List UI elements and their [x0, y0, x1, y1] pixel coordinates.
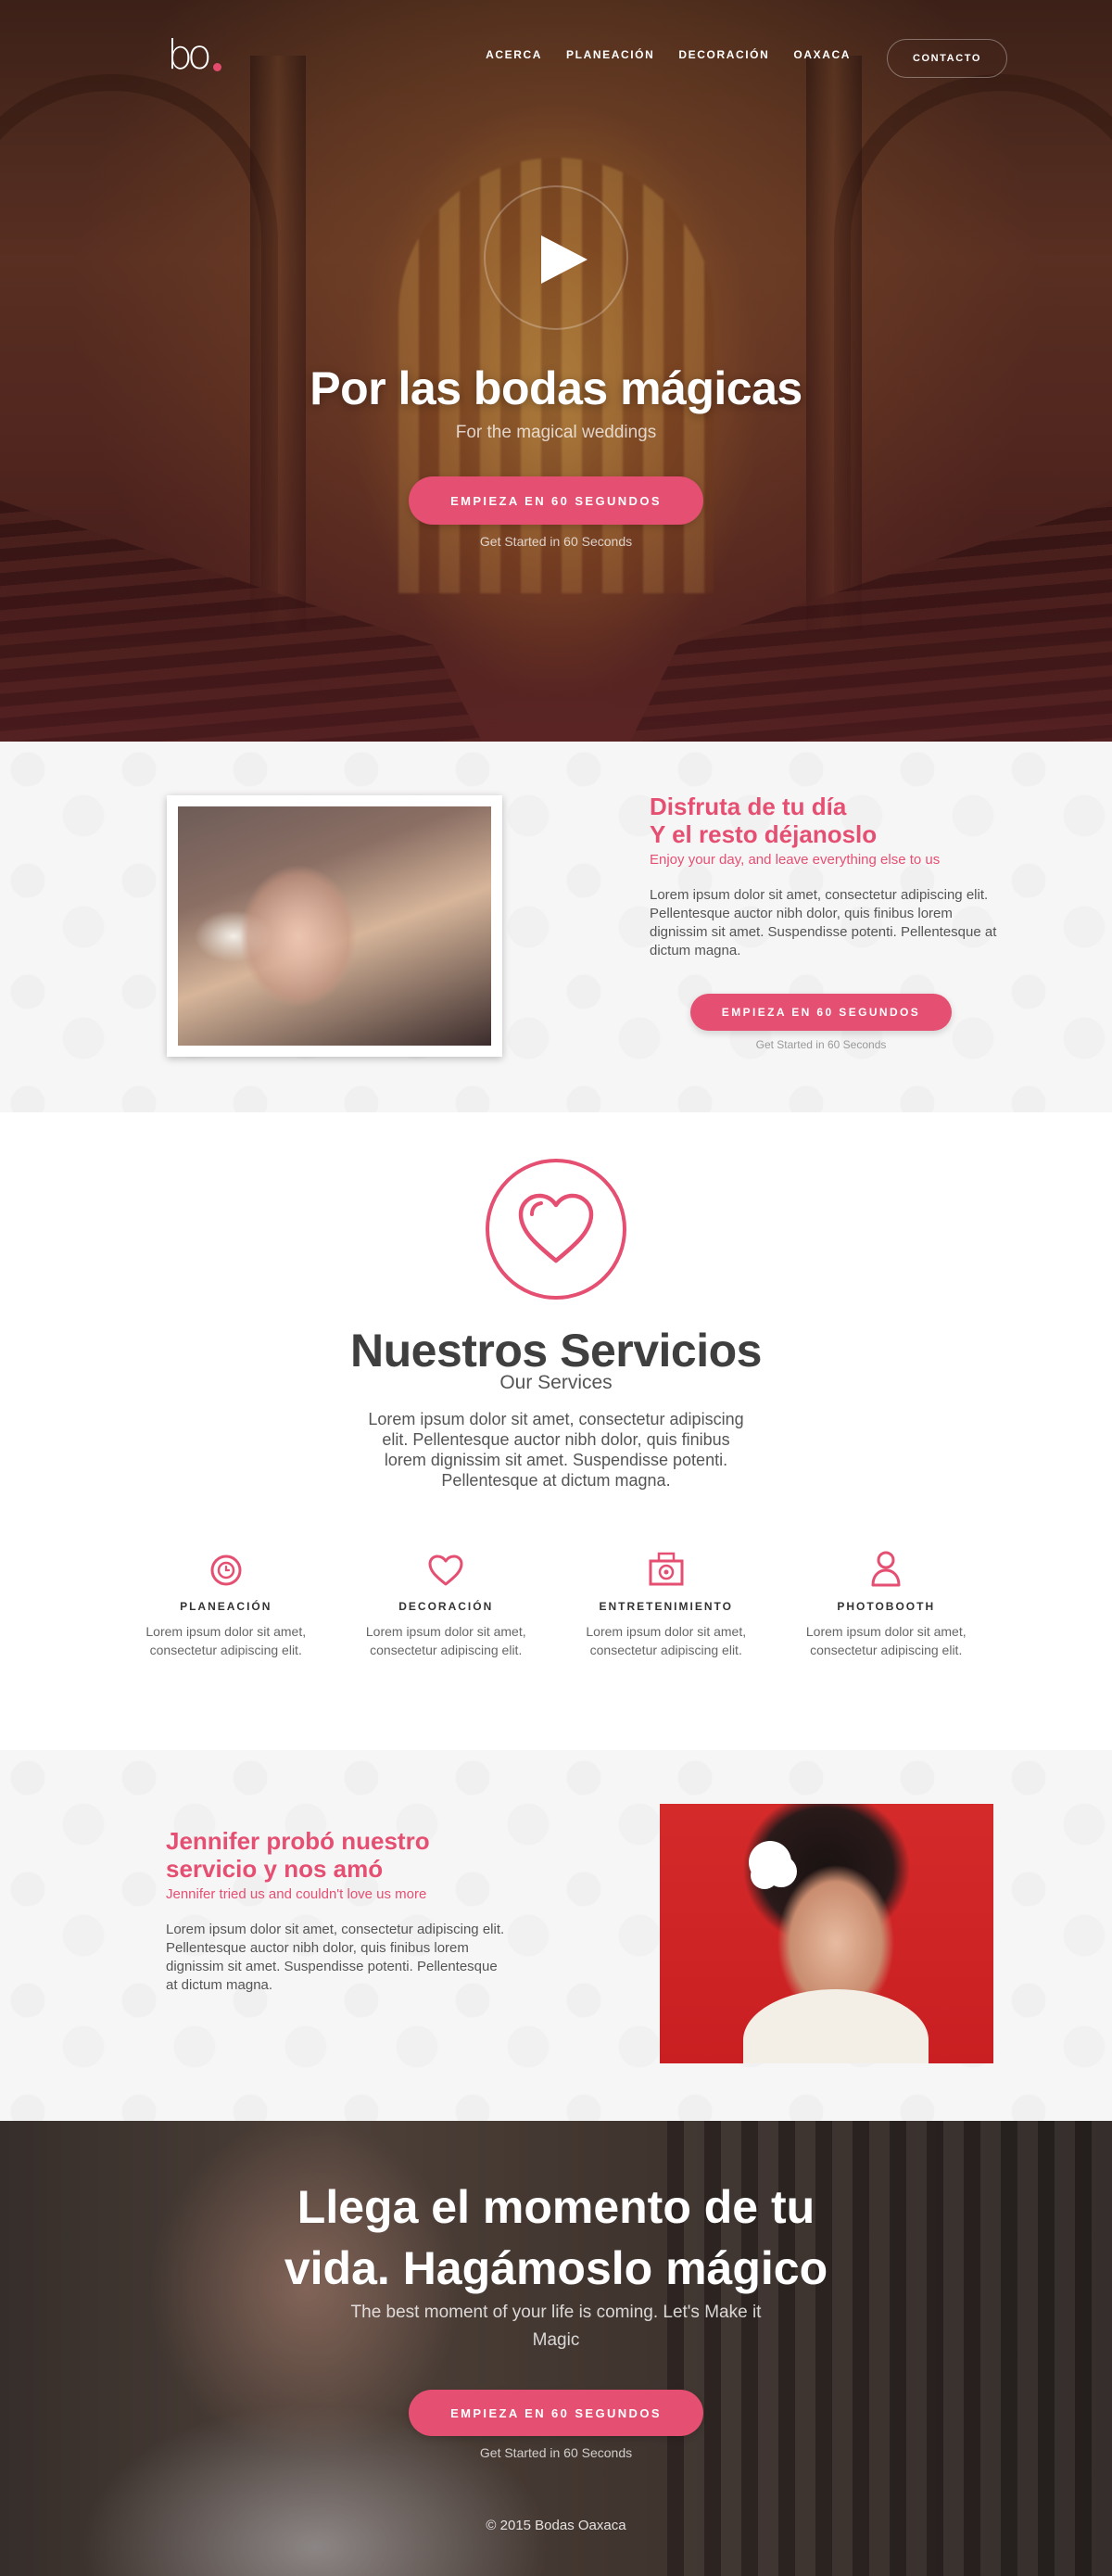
contact-button[interactable]: Contacto: [887, 39, 1007, 78]
enjoy-subtitle: Enjoy your day, and leave everything els…: [650, 852, 941, 868]
service-title: Photobooth: [837, 1600, 936, 1613]
logo-dot: [213, 63, 221, 71]
copyright: © 2015 Bodas Oaxaca: [486, 2518, 626, 2533]
hero-cta-note: Get Started in 60 Seconds: [479, 534, 633, 549]
enjoy-title: Disfruta de tu día Y el resto déjanoslo: [650, 793, 1002, 848]
top-navigation: bo Acerca Planeación Decoración Oaxaca C…: [0, 0, 1112, 102]
hero-title: Por las bodas mágicas: [310, 362, 802, 414]
service-text: Lorem ipsum dolor sit amet, consectetur …: [365, 1624, 526, 1657]
service-text: Lorem ipsum dolor sit amet, consectetur …: [805, 1624, 967, 1657]
nav-link-decoracion[interactable]: Decoración: [678, 48, 769, 61]
service-title: Planeación: [180, 1600, 272, 1613]
service-text: Lorem ipsum dolor sit amet, consectetur …: [145, 1624, 307, 1657]
nav-link-oaxaca[interactable]: Oaxaca: [793, 48, 851, 61]
enjoy-cta-button[interactable]: Empieza en 60 segundos: [690, 994, 952, 1031]
hair-flower: [749, 1841, 791, 1884]
enjoy-title-line2: Y el resto déjanoslo: [650, 820, 878, 848]
enjoy-title-line1: Disfruta de tu día: [650, 793, 847, 820]
clock-icon: [210, 1554, 242, 1586]
testimonial-body: Lorem ipsum dolor sit amet, consectetur …: [166, 1922, 505, 1993]
hero-section: bo Acerca Planeación Decoración Oaxaca C…: [0, 0, 1112, 742]
wedding-dress: [743, 1989, 929, 2063]
logo[interactable]: bo: [167, 35, 212, 76]
nav-link-acerca[interactable]: Acerca: [486, 48, 542, 61]
nav-links: Acerca Planeación Decoración Oaxaca: [486, 48, 851, 61]
testimonial-text-block: Jennifer probó nuestro servicio y nos am…: [166, 1827, 509, 1995]
final-title: Llega el momento de tu vida. Hagámoslo m…: [284, 2181, 828, 2294]
services-grid: Planeación Lorem ipsum dolor sit amet, c…: [116, 1546, 996, 1659]
testimonial-title-line1: Jennifer probó nuestro: [166, 1827, 430, 1855]
testimonial-title: Jennifer probó nuestro servicio y nos am…: [166, 1827, 509, 1883]
person-icon: [871, 1551, 901, 1587]
testimonial-title-line2: servicio y nos amó: [166, 1855, 384, 1883]
heart-badge-icon: [486, 1159, 626, 1300]
final-cta-note: Get Started in 60 Seconds: [479, 2445, 633, 2460]
final-subtitle: The best moment of your life is coming. …: [350, 2303, 762, 2350]
service-title: Entretenimiento: [599, 1600, 733, 1613]
testimonial-section: Jennifer probó nuestro servicio y nos am…: [0, 1750, 1112, 2121]
final-cta-section: Llega el momento de tu vida. Hagámoslo m…: [0, 2121, 1112, 2576]
hero-cta-button[interactable]: Empieza en 60 segundos: [409, 476, 703, 525]
service-title: Decoración: [398, 1600, 494, 1613]
bride-car-photo: [167, 795, 502, 1057]
enjoy-text-block: Disfruta de tu día Y el resto déjanoslo …: [650, 793, 1002, 960]
service-item-planeacion: Planeación Lorem ipsum dolor sit amet, c…: [116, 1546, 336, 1659]
bride-car-image: [178, 806, 491, 1046]
service-item-decoracion: Decoración Lorem ipsum dolor sit amet, c…: [336, 1546, 557, 1659]
service-item-photobooth: Photobooth Lorem ipsum dolor sit amet, c…: [777, 1546, 997, 1659]
services-section: Nuestros Servicios Our Services Lorem ip…: [0, 1112, 1112, 1750]
services-description: Lorem ipsum dolor sit amet, consectetur …: [368, 1410, 744, 1490]
hero-subtitle: For the magical weddings: [455, 423, 657, 442]
services-subtitle: Our Services: [499, 1372, 613, 1393]
camera-icon: [649, 1552, 684, 1586]
nav-link-planeacion[interactable]: Planeación: [566, 48, 654, 61]
heart-icon: [428, 1554, 463, 1586]
service-text: Lorem ipsum dolor sit amet, consectetur …: [586, 1624, 747, 1657]
services-title: Nuestros Servicios: [350, 1325, 762, 1377]
enjoy-cta-note: Get Started in 60 Seconds: [755, 1038, 887, 1051]
bride-portrait-photo: [660, 1804, 993, 2063]
play-video-icon[interactable]: [484, 185, 628, 330]
final-cta-button[interactable]: Empieza en 60 segundos: [409, 2390, 703, 2436]
hero-content: Por las bodas mágicas For the magical we…: [0, 362, 1112, 549]
service-item-entretenimiento: Entretenimiento Lorem ipsum dolor sit am…: [556, 1546, 777, 1659]
testimonial-subtitle: Jennifer tried us and couldn't love us m…: [166, 1886, 427, 1902]
enjoy-body: Lorem ipsum dolor sit amet, consectetur …: [650, 887, 997, 958]
final-content: Llega el momento de tu vida. Hagámoslo m…: [0, 2176, 1112, 2460]
enjoy-section: Disfruta de tu día Y el resto déjanoslo …: [0, 742, 1112, 1112]
heart-icon: [518, 1193, 594, 1263]
